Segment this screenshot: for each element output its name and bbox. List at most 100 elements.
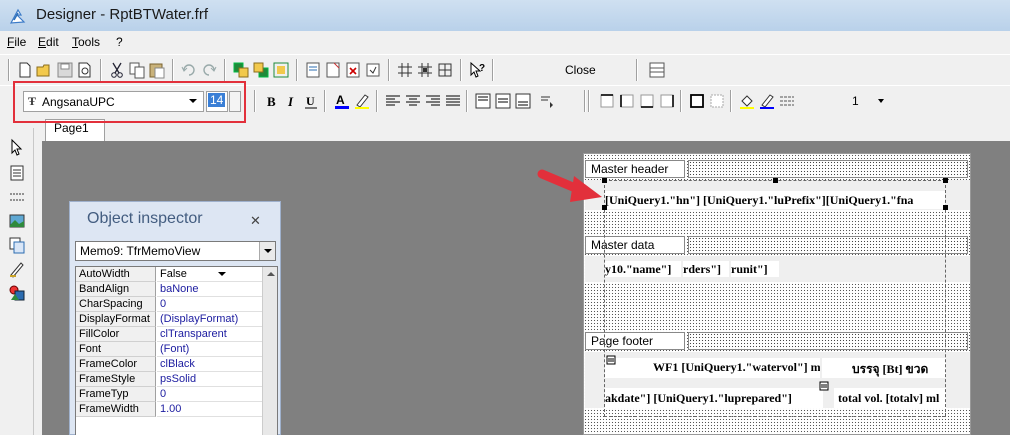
frame-right-icon[interactable] xyxy=(658,92,676,110)
send-to-back-icon[interactable] xyxy=(252,61,270,79)
new-report-icon[interactable] xyxy=(16,61,34,79)
frame-all-icon[interactable] xyxy=(688,92,706,110)
property-row[interactable]: BandAlign baNone xyxy=(76,282,262,297)
property-value[interactable]: (Font) xyxy=(157,342,262,357)
frame-style-icon[interactable] xyxy=(778,92,796,110)
band-master-header-handle[interactable] xyxy=(688,160,968,178)
resize-handle[interactable] xyxy=(773,178,778,183)
undo-icon[interactable] xyxy=(180,61,198,79)
menu-edit[interactable]: Edit xyxy=(38,35,59,49)
frame-color-icon[interactable] xyxy=(758,92,776,110)
property-name: FrameTyp xyxy=(76,387,156,402)
insert-subreport-icon[interactable] xyxy=(8,236,26,254)
property-name: CharSpacing xyxy=(76,297,156,312)
preview-icon[interactable] xyxy=(76,61,94,79)
chevron-down-icon[interactable] xyxy=(878,99,884,103)
select-arrow-icon[interactable] xyxy=(8,138,26,156)
property-row[interactable]: FrameWidth 1.00 xyxy=(76,402,262,417)
property-row[interactable]: CharSpacing 0 xyxy=(76,297,262,312)
frame-top-icon[interactable] xyxy=(598,92,616,110)
fill-color-icon[interactable] xyxy=(738,92,756,110)
toolbar-separator xyxy=(100,59,102,81)
align-left-icon[interactable] xyxy=(384,92,402,110)
property-value[interactable]: 0 xyxy=(157,387,262,402)
frame-none-icon[interactable] xyxy=(708,92,726,110)
toolbar-separator xyxy=(680,90,682,112)
grid-icon[interactable] xyxy=(396,61,414,79)
insert-line-icon[interactable] xyxy=(8,260,26,278)
insert-memo-icon[interactable] xyxy=(8,164,26,182)
insert-shape-icon[interactable] xyxy=(8,284,26,302)
highlight-pen-icon[interactable] xyxy=(353,92,371,110)
frame-bottom-icon[interactable] xyxy=(638,92,656,110)
delete-page-icon[interactable] xyxy=(344,61,362,79)
app-icon xyxy=(9,8,26,24)
resize-handle[interactable] xyxy=(943,205,948,210)
redo-icon[interactable] xyxy=(200,61,218,79)
property-value[interactable]: psSolid xyxy=(157,372,262,387)
bring-to-front-icon[interactable] xyxy=(232,61,250,79)
property-name: Font xyxy=(76,342,156,357)
menu-tools[interactable]: Tools xyxy=(72,35,100,49)
property-row[interactable]: Font (Font) xyxy=(76,342,262,357)
frame-left-icon[interactable] xyxy=(618,92,636,110)
property-row[interactable]: AutoWidth False xyxy=(76,267,262,282)
object-palette xyxy=(0,128,34,435)
property-row[interactable]: FrameColor clBlack xyxy=(76,357,262,372)
insert-field-icon[interactable] xyxy=(324,61,342,79)
line-width-value[interactable]: 1 xyxy=(852,94,859,108)
cut-icon[interactable] xyxy=(108,61,126,79)
property-row[interactable]: FrameStyle psSolid xyxy=(76,372,262,387)
rotate-text-icon[interactable] xyxy=(538,92,556,110)
chevron-down-icon[interactable] xyxy=(259,242,275,260)
save-icon[interactable] xyxy=(56,61,74,79)
insert-picture-icon[interactable] xyxy=(8,212,26,230)
copy-icon[interactable] xyxy=(128,61,146,79)
help-pointer-icon[interactable]: ? xyxy=(468,61,486,79)
bold-icon[interactable]: B xyxy=(263,92,281,110)
page-setup-icon[interactable] xyxy=(364,61,382,79)
underline-icon[interactable]: U xyxy=(302,92,320,110)
toolbar-separator xyxy=(492,59,494,81)
property-value[interactable]: False xyxy=(157,267,262,282)
property-value[interactable]: 1.00 xyxy=(157,402,262,417)
close-button[interactable]: Close xyxy=(565,63,596,77)
paste-icon[interactable] xyxy=(148,61,166,79)
align-right-icon[interactable] xyxy=(424,92,442,110)
font-color-icon[interactable]: A xyxy=(333,92,351,110)
toggle-panels-icon[interactable] xyxy=(648,61,666,79)
insert-band-tool-icon[interactable] xyxy=(8,188,26,206)
group-icon[interactable] xyxy=(272,61,290,79)
property-value[interactable]: (DisplayFormat) xyxy=(157,312,262,327)
valign-top-icon[interactable] xyxy=(474,92,492,110)
resize-handle[interactable] xyxy=(943,178,948,183)
object-select[interactable]: Memo9: TfrMemoView xyxy=(75,241,276,261)
chevron-down-icon[interactable] xyxy=(218,272,226,276)
selection-frame[interactable] xyxy=(604,180,946,417)
align-to-grid-icon[interactable] xyxy=(416,61,434,79)
property-name: DisplayFormat xyxy=(76,312,156,327)
menu-help[interactable]: ? xyxy=(116,35,123,49)
valign-middle-icon[interactable] xyxy=(494,92,512,110)
valign-bottom-icon[interactable] xyxy=(514,92,532,110)
property-value[interactable]: baNone xyxy=(157,282,262,297)
italic-icon[interactable]: I xyxy=(283,92,301,110)
property-value[interactable]: 0 xyxy=(157,297,262,312)
property-row[interactable]: DisplayFormat (DisplayFormat) xyxy=(76,312,262,327)
toolbar-separator xyxy=(584,90,586,112)
scrollbar[interactable] xyxy=(262,267,277,435)
align-center-icon[interactable] xyxy=(404,92,422,110)
open-folder-icon[interactable] xyxy=(36,61,54,79)
align-justify-icon[interactable] xyxy=(444,92,462,110)
insert-band-icon[interactable] xyxy=(304,61,322,79)
toolbar-separator xyxy=(636,59,638,81)
property-value[interactable]: clTransparent xyxy=(157,327,262,342)
svg-text:A: A xyxy=(336,93,345,107)
property-value[interactable]: clBlack xyxy=(157,357,262,372)
scroll-up-icon[interactable] xyxy=(267,272,275,276)
fit-to-grid-icon[interactable] xyxy=(436,61,454,79)
property-row[interactable]: FillColor clTransparent xyxy=(76,327,262,342)
close-icon[interactable]: ✕ xyxy=(250,213,261,229)
menu-file[interactable]: File xyxy=(7,35,26,49)
property-row[interactable]: FrameTyp 0 xyxy=(76,387,262,402)
